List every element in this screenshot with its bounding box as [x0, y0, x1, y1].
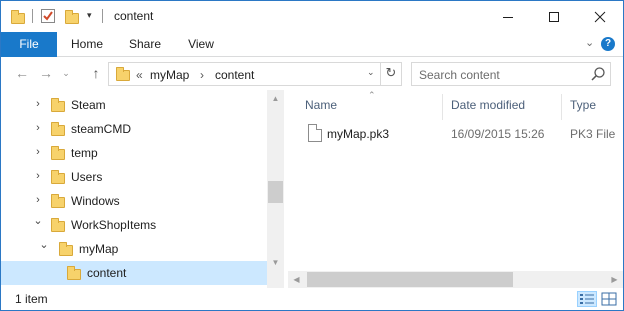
folder-icon: [51, 170, 65, 184]
quick-access-separator: [32, 9, 33, 23]
title-separator: [102, 9, 103, 23]
column-header-name[interactable]: Name: [305, 98, 337, 112]
breadcrumb-separator[interactable]: ›: [200, 68, 204, 82]
scrollbar-thumb[interactable]: [268, 181, 283, 203]
scroll-up-icon[interactable]: ▲: [267, 90, 284, 107]
tree-item-mymap[interactable]: ⌄ myMap: [1, 237, 267, 261]
file-icon: [308, 124, 322, 142]
forward-button[interactable]: →: [37, 65, 55, 81]
file-type: PK3 File: [570, 127, 616, 141]
file-row[interactable]: myMap.pk3 16/09/2015 15:26 PK3 File: [302, 123, 622, 145]
window-title: content: [114, 9, 154, 23]
search-box[interactable]: Search content: [411, 62, 611, 86]
folder-icon: [51, 122, 65, 136]
scrollbar-thumb[interactable]: [307, 272, 513, 287]
details-view-button[interactable]: [577, 291, 597, 307]
expand-chevron-icon[interactable]: ›: [33, 98, 43, 110]
folder-icon: [51, 98, 65, 112]
navigation-pane: › Steam › steamCMD › temp › Users › Wind…: [1, 90, 286, 288]
folder-icon: [67, 266, 81, 280]
tree-item-windows[interactable]: › Windows: [1, 189, 267, 213]
minimize-button[interactable]: [485, 1, 531, 32]
expand-chevron-icon[interactable]: ›: [33, 170, 43, 182]
file-date-modified: 16/09/2015 15:26: [451, 127, 545, 141]
scroll-left-icon[interactable]: ◀: [288, 271, 305, 288]
tab-view[interactable]: View: [173, 32, 229, 57]
tree-item-label: Windows: [71, 194, 120, 208]
tab-share[interactable]: Share: [117, 32, 173, 57]
scroll-down-icon[interactable]: ▼: [267, 254, 284, 271]
properties-icon[interactable]: [41, 9, 55, 23]
folder-icon: [51, 194, 65, 208]
tree-item-steamcmd[interactable]: › steamCMD: [1, 117, 267, 141]
close-button[interactable]: [577, 1, 623, 32]
breadcrumb-mymap[interactable]: myMap: [150, 68, 189, 82]
column-separator[interactable]: [561, 94, 562, 120]
breadcrumb-content[interactable]: content: [215, 68, 254, 82]
tree-item-workshopitems[interactable]: ⌄ WorkShopItems: [1, 213, 267, 237]
folder-icon: [51, 218, 65, 232]
tree-item-content[interactable]: content: [1, 261, 267, 285]
details-view-icon: [580, 294, 594, 304]
tree-item-users[interactable]: › Users: [1, 165, 267, 189]
tree-item-steam[interactable]: › Steam: [1, 93, 267, 117]
tree-item-label: steamCMD: [71, 122, 132, 136]
search-placeholder: Search content: [419, 68, 500, 82]
address-folder-icon: [116, 67, 130, 81]
maximize-icon: [549, 11, 559, 22]
new-folder-icon[interactable]: [65, 10, 79, 24]
tree-item-label: Steam: [71, 98, 106, 112]
file-list-horizontal-scrollbar[interactable]: ◀ ▶: [288, 271, 623, 288]
collapse-chevron-icon[interactable]: ⌄: [39, 238, 49, 251]
minimize-icon: [503, 16, 513, 18]
navigation-pane-scrollbar[interactable]: ▲ ▼: [267, 90, 284, 288]
tree-item-label: WorkShopItems: [71, 218, 157, 232]
tree-item-label: myMap: [79, 242, 119, 256]
navigation-bar: ← → ⌄ ↑ « myMap › content ⌄ ↻ Search con…: [1, 58, 623, 90]
status-bar: 1 item: [1, 288, 623, 310]
explorer-window: ▾ content File Home Share View ⌄ ? ← → ⌄…: [0, 0, 624, 311]
sort-ascending-icon: ⌃: [368, 90, 376, 100]
quick-access-dropdown-icon[interactable]: ▾: [87, 10, 92, 21]
tab-file[interactable]: File: [1, 32, 57, 57]
tree-item-label: temp: [71, 146, 98, 160]
address-bar[interactable]: « myMap › content ⌄ ↻: [108, 62, 402, 86]
ribbon-tabs: File Home Share View ⌄ ?: [1, 32, 623, 57]
search-icon[interactable]: [590, 66, 606, 82]
refresh-button[interactable]: ↻: [380, 62, 401, 86]
large-icons-view-button[interactable]: [599, 291, 619, 307]
address-dropdown-icon[interactable]: ⌄: [367, 67, 375, 78]
tree-item-label: content: [87, 266, 127, 280]
tab-home[interactable]: Home: [59, 32, 115, 57]
address-overflow[interactable]: «: [136, 68, 143, 82]
column-header-date-modified[interactable]: Date modified: [451, 98, 525, 112]
folder-icon: [51, 146, 65, 160]
back-button[interactable]: ←: [13, 65, 31, 81]
expand-ribbon-icon[interactable]: ⌄: [585, 36, 594, 49]
file-list: ⌃ Name Date modified Type myMap.pk3 16/0…: [288, 90, 623, 288]
expand-chevron-icon[interactable]: ›: [33, 194, 43, 206]
column-separator[interactable]: [442, 94, 443, 120]
file-name: myMap.pk3: [327, 127, 390, 141]
folder-icon: [59, 242, 73, 256]
item-count: 1 item: [15, 292, 48, 306]
title-bar: ▾ content: [1, 1, 623, 32]
tree-item-label: Users: [71, 170, 103, 184]
maximize-button[interactable]: [531, 1, 577, 32]
folder-icon: [11, 10, 25, 24]
up-button[interactable]: ↑: [87, 65, 105, 81]
tree-item-temp[interactable]: › temp: [1, 141, 267, 165]
close-icon: [594, 11, 606, 22]
large-icons-view-icon: [601, 292, 617, 306]
help-icon[interactable]: ?: [601, 37, 615, 51]
column-header-type[interactable]: Type: [570, 98, 596, 112]
scroll-right-icon[interactable]: ▶: [606, 271, 623, 288]
recent-locations-icon[interactable]: ⌄: [57, 68, 75, 79]
collapse-chevron-icon[interactable]: ⌄: [33, 214, 43, 227]
expand-chevron-icon[interactable]: ›: [33, 146, 43, 158]
expand-chevron-icon[interactable]: ›: [33, 122, 43, 134]
